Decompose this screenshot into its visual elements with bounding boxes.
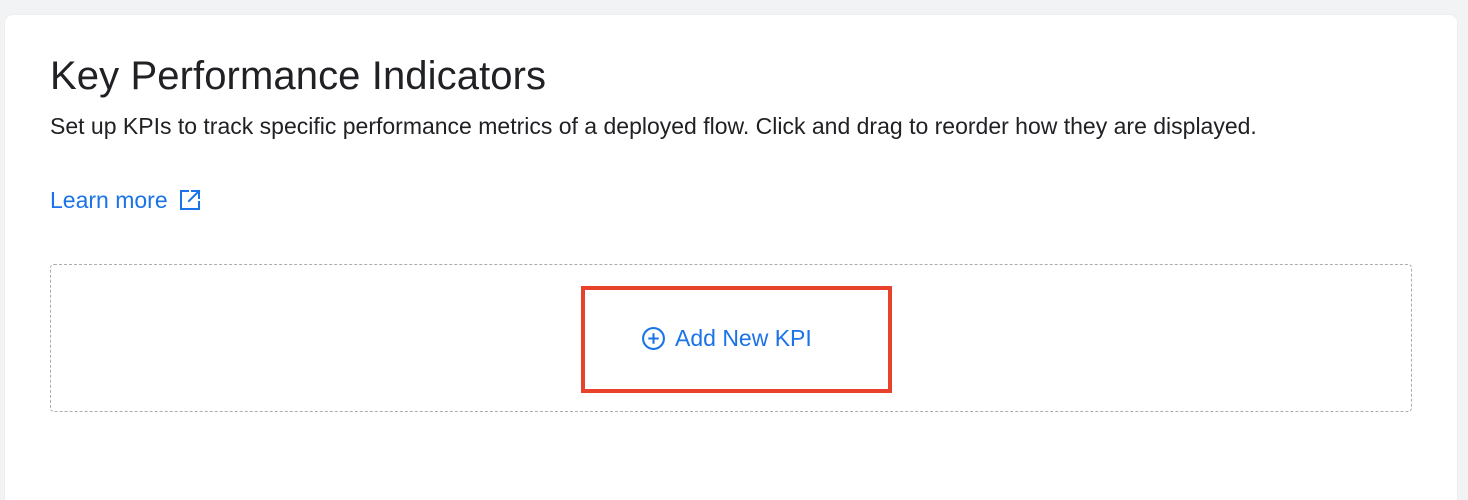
add-new-kpi-button[interactable]: Add New KPI xyxy=(641,323,812,353)
page-title: Key Performance Indicators xyxy=(50,54,547,98)
add-circle-icon xyxy=(641,326,666,351)
kpi-dropzone: Add New KPI xyxy=(50,264,1412,412)
section-description: Set up KPIs to track specific performanc… xyxy=(50,113,1257,139)
learn-more-link[interactable]: Learn more xyxy=(50,182,202,218)
kpi-settings-card: Key Performance Indicators Set up KPIs t… xyxy=(5,15,1457,500)
external-link-icon xyxy=(178,188,202,212)
add-new-kpi-label: Add New KPI xyxy=(675,325,812,351)
learn-more-label: Learn more xyxy=(50,187,168,213)
